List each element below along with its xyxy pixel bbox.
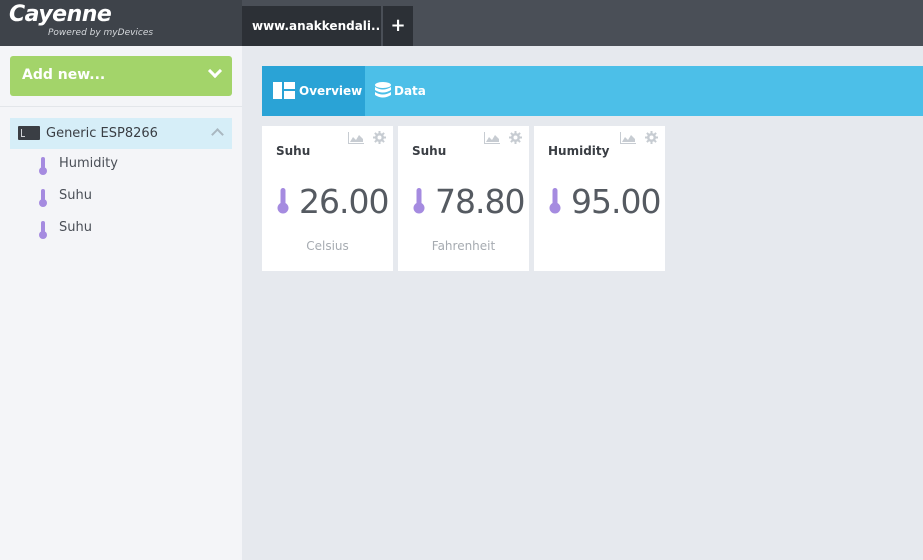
sidebar-item-humidity[interactable]: Humidity xyxy=(38,154,218,176)
chart-icon[interactable] xyxy=(483,132,500,144)
logo[interactable]: Cayenne Powered by myDevices xyxy=(0,0,242,46)
thermometer-icon xyxy=(39,221,47,239)
widget-unit: Celsius xyxy=(306,239,349,253)
widget-actions xyxy=(483,129,522,148)
sidebar-item-label: Suhu xyxy=(59,188,92,203)
widget-actions xyxy=(347,129,386,148)
tab-bar: Overview Data xyxy=(262,66,923,116)
board-icon xyxy=(18,126,40,140)
sidebar: Add new... Generic ESP8266 Humidity Suhu… xyxy=(0,46,242,560)
gear-icon[interactable] xyxy=(509,131,522,144)
widget-value: 26.00 xyxy=(299,182,389,221)
sidebar-item-label: Humidity xyxy=(59,156,118,171)
logo-subtitle: Powered by myDevices xyxy=(48,28,154,38)
tab-data[interactable]: Data xyxy=(365,66,445,116)
sidebar-divider xyxy=(0,106,242,107)
thermometer-icon xyxy=(39,157,47,175)
tab-label: Overview xyxy=(299,84,363,98)
chevron-up-icon[interactable] xyxy=(211,128,224,141)
thermometer-icon xyxy=(549,188,561,214)
add-new-button[interactable]: Add new... xyxy=(10,56,232,96)
device-label: Generic ESP8266 xyxy=(46,126,158,141)
thermometer-icon xyxy=(413,188,425,214)
sidebar-item-suhu[interactable]: Suhu xyxy=(38,186,218,208)
widget-title: Suhu xyxy=(276,144,311,158)
widget-title: Suhu xyxy=(412,144,447,158)
thermometer-icon xyxy=(277,188,289,214)
top-bar: Cayenne Powered by myDevices www.anakken… xyxy=(0,0,923,46)
widget-value: 95.00 xyxy=(571,182,661,221)
tab-overview[interactable]: Overview xyxy=(262,66,365,116)
gear-icon[interactable] xyxy=(645,131,658,144)
widget-unit: Fahrenheit xyxy=(431,239,496,253)
widget-value: 78.80 xyxy=(435,182,525,221)
add-new-label: Add new... xyxy=(22,67,106,83)
device-item-generic-esp8266[interactable]: Generic ESP8266 xyxy=(10,118,232,149)
logo-name: Cayenne xyxy=(9,2,112,27)
sidebar-item-label: Suhu xyxy=(59,220,92,235)
sidebar-item-suhu[interactable]: Suhu xyxy=(38,218,218,240)
widget-card-humidity[interactable]: Humidity 95.00 xyxy=(534,126,665,271)
chart-icon[interactable] xyxy=(619,132,636,144)
tab-label: Data xyxy=(394,84,426,98)
widget-card-suhu-fahrenheit[interactable]: Suhu 78.80 Fahrenheit xyxy=(398,126,529,271)
chart-icon[interactable] xyxy=(347,132,364,144)
widget-title: Humidity xyxy=(548,144,610,158)
widget-actions xyxy=(619,129,658,148)
add-project-button[interactable]: + xyxy=(383,6,413,46)
gear-icon[interactable] xyxy=(373,131,386,144)
widget-card-suhu-celsius[interactable]: Suhu 26.00 Celsius xyxy=(262,126,393,271)
chevron-down-icon xyxy=(207,63,223,79)
database-icon xyxy=(375,82,391,98)
thermometer-icon xyxy=(39,189,47,207)
dashboard-icon xyxy=(273,82,295,99)
project-tab[interactable]: www.anakkendali... xyxy=(242,6,381,46)
